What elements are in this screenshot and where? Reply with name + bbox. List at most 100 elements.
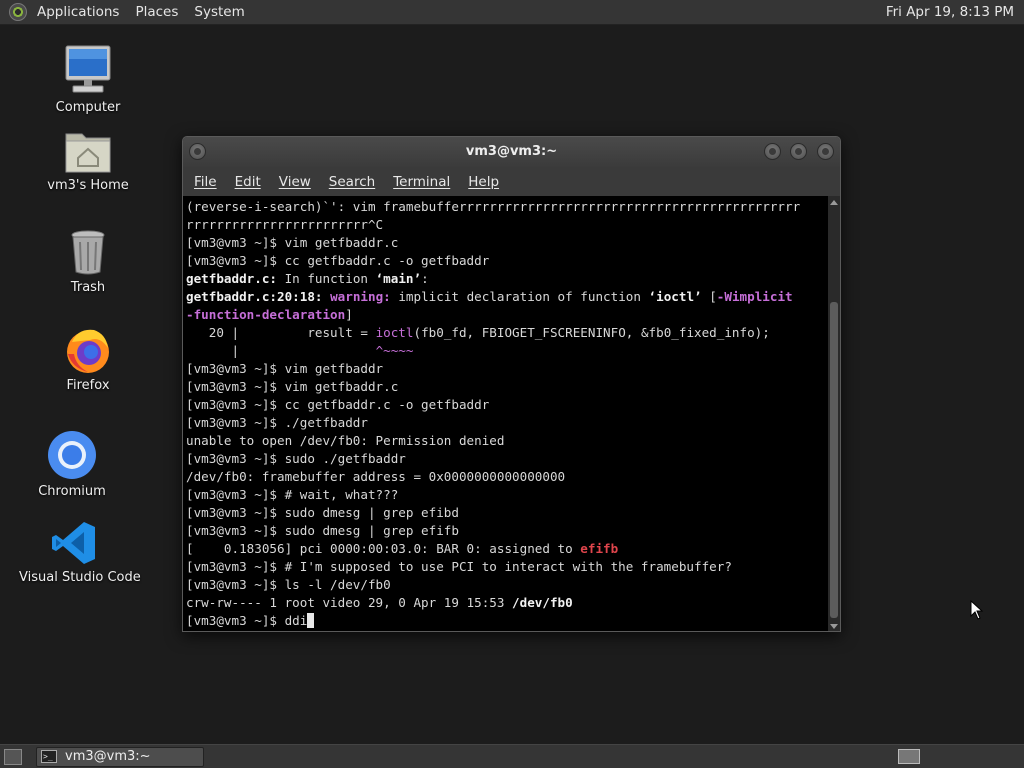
window-title: vm3@vm3:~ bbox=[465, 144, 558, 159]
scroll-down-arrow-icon[interactable] bbox=[830, 624, 838, 629]
desktop-icon-label: Firefox bbox=[66, 378, 110, 393]
terminal-text-segment: unable to open /dev/fb0: Permission deni… bbox=[186, 433, 505, 448]
terminal-text-segment: [vm3@vm3 ~]$ vim getfbaddr bbox=[186, 361, 384, 376]
menu-terminal[interactable]: Terminal bbox=[384, 174, 459, 190]
firefox-icon bbox=[64, 326, 112, 374]
menu-search[interactable]: Search bbox=[320, 174, 384, 190]
terminal-text-segment: /dev/fb0: framebuffer address = 0x000000… bbox=[186, 469, 566, 484]
terminal-line: [vm3@vm3 ~]$ sudo ./getfbaddr bbox=[186, 450, 828, 468]
minimize-button[interactable] bbox=[764, 143, 781, 160]
terminal-text-segment: ] bbox=[345, 307, 353, 322]
menu-edit[interactable]: Edit bbox=[226, 174, 270, 190]
scroll-up-arrow-icon[interactable] bbox=[830, 200, 838, 205]
terminal-text-segment: [vm3@vm3 ~]$ vim getfbaddr.c bbox=[186, 235, 399, 250]
maximize-button[interactable] bbox=[790, 143, 807, 160]
terminal-text-segment: crw-rw---- 1 root video 29, 0 Apr 19 15:… bbox=[186, 595, 513, 610]
desktop-icon-label: vm3's Home bbox=[47, 178, 129, 193]
terminal-line: [vm3@vm3 ~]$ # wait, what??? bbox=[186, 486, 828, 504]
terminal-output[interactable]: (reverse-i-search)`': vim framebufferrrr… bbox=[183, 196, 828, 631]
terminal-text-segment: ‘ioctl’ bbox=[648, 289, 702, 304]
terminal-line: 20 | result = ioctl(fb0_fd, FBIOGET_FSCR… bbox=[186, 324, 828, 342]
terminal-line: unable to open /dev/fb0: Permission deni… bbox=[186, 432, 828, 450]
mouse-pointer-icon bbox=[970, 600, 984, 620]
terminal-text-segment: | bbox=[186, 343, 376, 358]
terminal-text-segment: [vm3@vm3 ~]$ sudo dmesg | grep efibd bbox=[186, 505, 459, 520]
terminal-line: crw-rw---- 1 root video 29, 0 Apr 19 15:… bbox=[186, 594, 828, 612]
terminal-text-segment: /dev/fb0 bbox=[512, 595, 573, 610]
terminal-text-segment: (fb0_fd, FBIOGET_FSCREENINFO, &fb0_fixed… bbox=[413, 325, 770, 340]
terminal-line: [vm3@vm3 ~]$ vim getfbaddr.c bbox=[186, 234, 828, 252]
terminal-text-segment: getfbaddr.c: bbox=[186, 271, 277, 286]
desktop-icon-vscode[interactable]: Visual Studio Code bbox=[19, 520, 141, 585]
terminal-text-segment: warning: bbox=[330, 289, 391, 304]
terminal-text-segment: [ bbox=[701, 289, 717, 304]
menu-file[interactable]: File bbox=[185, 174, 226, 190]
terminal-text-segment: [vm3@vm3 ~]$ ./getfbaddr bbox=[186, 415, 368, 430]
window-menu-button[interactable] bbox=[189, 143, 206, 160]
terminal-line: -function-declaration] bbox=[186, 306, 828, 324]
terminal-text-segment: rrrrrrrrrrrrrrrrrrrrrrrr^C bbox=[186, 217, 384, 232]
terminal-line: [ 0.183056] pci 0000:00:03.0: BAR 0: ass… bbox=[186, 540, 828, 558]
distro-logo-icon[interactable] bbox=[9, 3, 27, 21]
home-folder-icon bbox=[64, 128, 112, 174]
computer-icon bbox=[63, 44, 113, 96]
terminal-text-segment: [vm3@vm3 ~]$ ls -l /dev/fb0 bbox=[186, 577, 391, 592]
terminal-text-segment: [vm3@vm3 ~]$ cc getfbaddr.c -o getfbaddr bbox=[186, 253, 490, 268]
menu-view[interactable]: View bbox=[270, 174, 320, 190]
desktop-icon-trash[interactable]: Trash bbox=[33, 228, 143, 295]
terminal-line: [vm3@vm3 ~]$ # I'm supposed to use PCI t… bbox=[186, 558, 828, 576]
terminal-menubar: File Edit View Search Terminal Help bbox=[183, 167, 840, 196]
trash-icon bbox=[68, 228, 108, 276]
desktop-icon-home[interactable]: vm3's Home bbox=[33, 128, 143, 193]
terminal-line: (reverse-i-search)`': vim framebufferrrr… bbox=[186, 198, 828, 216]
desktop-icon-computer[interactable]: Computer bbox=[33, 44, 143, 115]
terminal-text-segment: implicit declaration of function bbox=[390, 289, 649, 304]
taskbar-terminal-button[interactable]: >_ vm3@vm3:~ bbox=[36, 746, 204, 767]
terminal-icon: >_ bbox=[41, 750, 57, 763]
bottom-panel: >_ vm3@vm3:~ bbox=[0, 744, 1024, 768]
desktop-icon-label: Computer bbox=[55, 100, 121, 115]
desktop-icon-label: Chromium bbox=[38, 484, 106, 499]
terminal-text-segment: getfbaddr.c:20:18: bbox=[186, 289, 323, 304]
terminal-text-segment: : bbox=[421, 271, 429, 286]
terminal-line: /dev/fb0: framebuffer address = 0x000000… bbox=[186, 468, 828, 486]
terminal-line: getfbaddr.c:20:18: warning: implicit dec… bbox=[186, 288, 828, 306]
workspace-switcher[interactable] bbox=[898, 749, 920, 764]
terminal-line: [vm3@vm3 ~]$ vim getfbaddr.c bbox=[186, 378, 828, 396]
terminal-window[interactable]: vm3@vm3:~ File Edit View Search Terminal… bbox=[182, 136, 841, 632]
terminal-line: [vm3@vm3 ~]$ cc getfbaddr.c -o getfbaddr bbox=[186, 252, 828, 270]
text-cursor bbox=[307, 613, 315, 628]
terminal-text-segment: [vm3@vm3 ~]$ # wait, what??? bbox=[186, 487, 399, 502]
desktop-icon-firefox[interactable]: Firefox bbox=[33, 326, 143, 393]
terminal-line: [vm3@vm3 ~]$ ./getfbaddr bbox=[186, 414, 828, 432]
terminal-line: [vm3@vm3 ~]$ cc getfbaddr.c -o getfbaddr bbox=[186, 396, 828, 414]
menu-help[interactable]: Help bbox=[459, 174, 508, 190]
scrollbar-thumb[interactable] bbox=[830, 302, 838, 618]
desktop-icon-label: Visual Studio Code bbox=[19, 570, 141, 585]
show-desktop-icon[interactable] bbox=[4, 748, 22, 765]
terminal-line: rrrrrrrrrrrrrrrrrrrrrrrr^C bbox=[186, 216, 828, 234]
terminal-line: [vm3@vm3 ~]$ vim getfbaddr bbox=[186, 360, 828, 378]
terminal-text-segment: [vm3@vm3 ~]$ sudo dmesg | grep efifb bbox=[186, 523, 459, 538]
desktop-icon-chromium[interactable]: Chromium bbox=[17, 430, 127, 499]
places-menu[interactable]: Places bbox=[127, 0, 186, 25]
window-titlebar[interactable]: vm3@vm3:~ bbox=[183, 137, 840, 167]
system-menu[interactable]: System bbox=[186, 0, 252, 25]
terminal-text-segment: (reverse-i-search)`': vim framebufferrrr… bbox=[186, 199, 801, 214]
taskbar-terminal-label: vm3@vm3:~ bbox=[65, 749, 151, 764]
clock[interactable]: Fri Apr 19, 8:13 PM bbox=[886, 4, 1014, 20]
close-button[interactable] bbox=[817, 143, 834, 160]
applications-menu[interactable]: Applications bbox=[29, 0, 127, 25]
terminal-text-segment: [vm3@vm3 ~]$ # I'm supposed to use PCI t… bbox=[186, 559, 732, 574]
terminal-line: [vm3@vm3 ~]$ sudo dmesg | grep efifb bbox=[186, 522, 828, 540]
terminal-text-segment: [vm3@vm3 ~]$ ddi bbox=[186, 613, 308, 628]
terminal-line: | ^~~~~ bbox=[186, 342, 828, 360]
terminal-text-segment: efifb bbox=[580, 541, 619, 556]
terminal-text-segment: [vm3@vm3 ~]$ sudo ./getfbaddr bbox=[186, 451, 406, 466]
terminal-line: [vm3@vm3 ~]$ sudo dmesg | grep efibd bbox=[186, 504, 828, 522]
top-menu: Applications Places System bbox=[0, 0, 253, 24]
terminal-scrollbar[interactable] bbox=[828, 196, 840, 631]
terminal-text-segment: ioctl bbox=[375, 325, 414, 340]
chromium-icon bbox=[47, 430, 97, 480]
